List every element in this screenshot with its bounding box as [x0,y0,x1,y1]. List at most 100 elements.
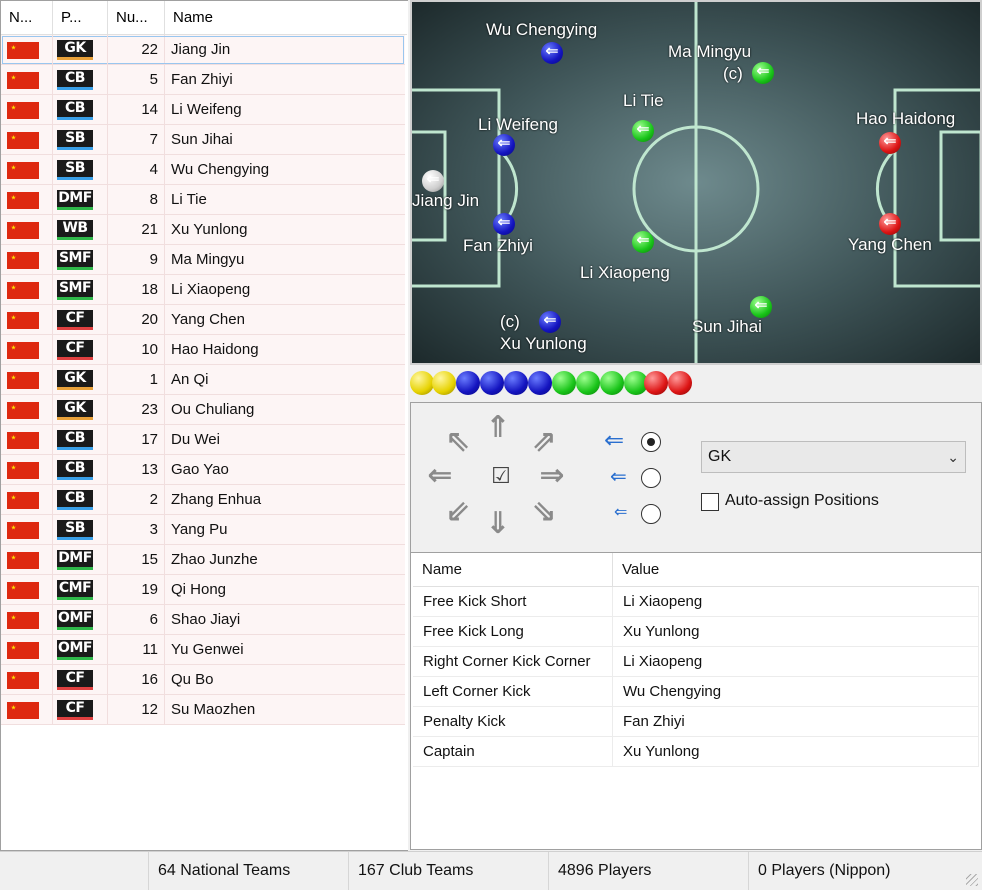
column-header-set-piece-name[interactable]: Name [413,553,613,587]
table-row[interactable]: GK 23 Ou Chuliang [1,395,405,425]
table-row[interactable]: SMF 9 Ma Mingyu [1,245,405,275]
arrow-up-left-icon[interactable]: ⇖ [441,425,475,459]
table-row[interactable]: CB 13 Gao Yao [1,455,405,485]
center-checkbox-icon[interactable]: ☑ [484,459,518,493]
captain-mark-ma-mingyu: (c) [723,64,743,83]
table-row[interactable]: SB 7 Sun Jihai [1,125,405,155]
table-row[interactable]: WB 21 Xu Yunlong [1,215,405,245]
table-row[interactable]: SB 4 Wu Chengying [1,155,405,185]
player-marker-xu-yunlong[interactable]: ⇐ [539,311,561,333]
column-header-number[interactable]: Nu... [108,1,165,35]
column-header-position[interactable]: P... [53,1,108,35]
arrow-up-icon[interactable]: ⇑ [481,411,515,445]
number-cell: 19 [108,575,165,605]
arrow-up-right-icon[interactable]: ⇗ [527,425,561,459]
player-marker-fan-zhiyi[interactable]: ⇐ [493,213,515,235]
player-label-xu-yunlong: Xu Yunlong [500,334,587,353]
table-row[interactable]: CF 10 Hao Haidong [1,335,405,365]
player-marker-yang-chen[interactable]: ⇐ [879,213,901,235]
table-row[interactable]: CB 5 Fan Zhiyi [1,65,405,95]
chevron-down-icon: ⌄ [947,449,959,465]
table-row[interactable]: OMF 11 Yu Genwei [1,635,405,665]
set-piece-name-cell: Right Corner Kick Corner [413,647,613,677]
column-header-name[interactable]: Name [165,1,407,35]
table-row[interactable]: CB 2 Zhang Enhua [1,485,405,515]
position-badge-label: CB [65,70,85,86]
number-cell: 20 [108,305,165,335]
set-piece-value-cell[interactable]: Fan Zhiyi [613,707,979,737]
set-pieces-table[interactable]: Name Value Free Kick Short Li Xiaopeng Fre… [410,552,982,850]
table-row[interactable]: Captain Xu Yunlong [413,737,979,767]
table-row[interactable]: Free Kick Short Li Xiaopeng [413,587,979,617]
player-marker-ma-mingyu[interactable]: ⇐ [752,62,774,84]
status-players: 4896 Players [548,852,748,890]
nationality-cell [1,455,53,485]
player-marker-wu-chengying[interactable]: ⇐ [541,42,563,64]
resize-grip-icon[interactable] [966,874,978,886]
name-cell: Xu Yunlong [165,215,405,245]
auto-assign-label[interactable]: Auto-assign Positions [725,492,879,510]
arrow-down-icon[interactable]: ⇓ [481,507,515,541]
arrow-left-icon[interactable]: ⇐ [423,459,457,493]
table-row[interactable]: Free Kick Long Xu Yunlong [413,617,979,647]
set-piece-value-cell[interactable]: Wu Chengying [613,677,979,707]
player-marker-li-weifeng[interactable]: ⇐ [493,134,515,156]
position-cell: GK [53,395,108,425]
radio-short[interactable] [641,504,661,524]
set-piece-value-cell[interactable]: Li Xiaopeng [613,587,979,617]
table-row[interactable]: CB 14 Li Weifeng [1,95,405,125]
position-cell: CF [53,305,108,335]
player-roster-list[interactable]: N... P... Nu... Name GK 22 Jiang Jin CB 5 Fan… [0,0,408,851]
player-marker-sun-jihai[interactable]: ⇐ [750,296,772,318]
radio-medium[interactable] [641,468,661,488]
table-row[interactable]: Left Corner Kick Wu Chengying [413,677,979,707]
arrow-right-icon[interactable]: ⇒ [535,459,569,493]
column-header-set-piece-value[interactable]: Value [613,553,979,587]
table-row[interactable]: DMF 8 Li Tie [1,185,405,215]
set-piece-value-cell[interactable]: Li Xiaopeng [613,647,979,677]
table-row[interactable]: OMF 6 Shao Jiayi [1,605,405,635]
table-row[interactable]: GK 1 An Qi [1,365,405,395]
player-marker-li-xiaopeng[interactable]: ⇐ [632,231,654,253]
table-row[interactable]: Right Corner Kick Corner Li Xiaopeng [413,647,979,677]
player-marker-hao-haidong[interactable]: ⇐ [879,132,901,154]
table-row[interactable]: CF 12 Su Maozhen [1,695,405,725]
arrow-down-right-icon[interactable]: ⇘ [527,495,561,529]
name-cell: Wu Chengying [165,155,405,185]
position-cell: DMF [53,185,108,215]
player-marker-li-tie[interactable]: ⇐ [632,120,654,142]
table-row[interactable]: Penalty Kick Fan Zhiyi [413,707,979,737]
name-cell: Fan Zhiyi [165,65,405,95]
set-piece-value-cell[interactable]: Xu Yunlong [613,737,979,767]
table-row[interactable]: GK 22 Jiang Jin [1,35,405,65]
yellow-ball-icon [410,371,434,395]
formation-pitch[interactable]: ⇐ Wu Chengying ⇐ Ma Mingyu (c) ⇐ Li Tie … [410,0,982,365]
table-row[interactable]: SMF 18 Li Xiaopeng [1,275,405,305]
name-cell: Ou Chuliang [165,395,405,425]
table-row[interactable]: CF 20 Yang Chen [1,305,405,335]
number-cell: 8 [108,185,165,215]
column-header-nationality[interactable]: N... [1,1,53,35]
position-badge: CB [57,460,93,480]
number-cell: 6 [108,605,165,635]
table-row[interactable]: SB 3 Yang Pu [1,515,405,545]
table-row[interactable]: CF 16 Qu Bo [1,665,405,695]
set-piece-value-cell[interactable]: Xu Yunlong [613,617,979,647]
table-row[interactable]: CB 17 Du Wei [1,425,405,455]
radio-long[interactable] [641,432,661,452]
position-select[interactable]: GK ⌄ [701,441,966,473]
position-cell: SB [53,515,108,545]
table-row[interactable]: CMF 19 Qi Hong [1,575,405,605]
auto-assign-checkbox[interactable] [701,493,719,511]
table-row[interactable]: DMF 15 Zhao Junzhe [1,545,405,575]
player-marker-jiang-jin[interactable]: ⇐ [422,170,444,192]
china-flag-icon [7,42,39,59]
china-flag-icon [7,432,39,449]
position-badge: CF [57,310,93,330]
position-color-bar [57,357,93,360]
position-color-bar [57,597,93,600]
position-badge-label: CB [65,460,85,476]
arrow-down-left-icon[interactable]: ⇙ [441,495,475,529]
position-color-bar [57,207,93,210]
name-cell: Li Xiaopeng [165,275,405,305]
